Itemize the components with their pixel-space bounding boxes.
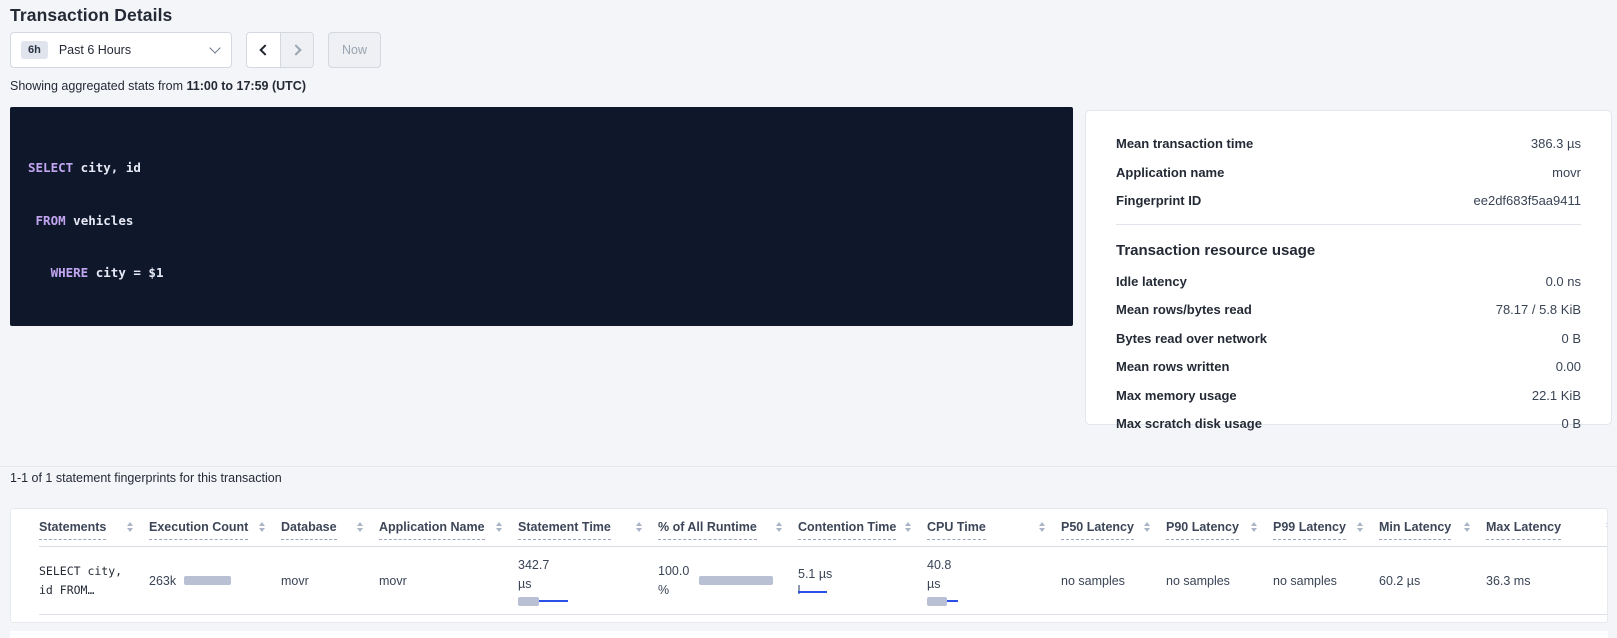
next-interval-button[interactable]	[280, 33, 313, 67]
time-range-label: Past 6 Hours	[59, 43, 211, 57]
column-header-p99-latency[interactable]: P99 Latency	[1273, 520, 1379, 546]
column-header-statements[interactable]: Statements	[39, 520, 149, 546]
sql-line: FROM vehicles	[28, 212, 1055, 230]
sort-icon[interactable]	[357, 522, 363, 532]
p99-latency-cell: no samples	[1273, 574, 1379, 588]
column-header-p50-latency[interactable]: P50 Latency	[1061, 520, 1166, 546]
sql-statement-box: SELECT city, id FROM vehicles WHERE city…	[10, 107, 1073, 326]
sort-icon[interactable]	[127, 522, 133, 532]
statement-time-chart	[518, 597, 644, 606]
section-divider	[0, 466, 1617, 467]
next-section-edge	[10, 631, 1608, 638]
previous-interval-button[interactable]	[247, 33, 280, 67]
sort-icon[interactable]	[1357, 522, 1363, 532]
contention-mean-line	[798, 591, 827, 593]
table-row: SELECT city, id FROM… 263k movr movr 342…	[39, 547, 1607, 615]
column-header-application-name[interactable]: Application Name	[379, 520, 518, 546]
p90-latency-cell: no samples	[1166, 574, 1273, 588]
summary-row: Max memory usage 22.1 KiB	[1116, 381, 1581, 410]
sql-line: WHERE city = $1	[28, 264, 1055, 282]
chevron-left-icon	[259, 44, 270, 55]
cpu-time-cell: 40.8µs	[927, 556, 1061, 606]
sort-icon[interactable]	[259, 522, 265, 532]
resource-usage-title: Transaction resource usage	[1116, 238, 1581, 267]
cpu-time-chart	[927, 597, 1047, 606]
column-header-runtime-pct[interactable]: % of All Runtime	[658, 520, 798, 546]
column-header-cpu-time[interactable]: CPU Time	[927, 520, 1061, 546]
summary-row: Application name movr	[1116, 158, 1581, 187]
time-controls: 6h Past 6 Hours Now	[10, 32, 381, 68]
column-header-statement-time[interactable]: Statement Time	[518, 520, 658, 546]
time-range-badge: 6h	[21, 41, 48, 59]
p50-latency-cell: no samples	[1061, 574, 1166, 588]
column-header-contention-time[interactable]: Contention Time	[798, 520, 927, 546]
sort-icon[interactable]	[1144, 522, 1150, 532]
statement-time-bar	[518, 597, 539, 606]
transaction-summary-card: Mean transaction time 386.3 µs Applicati…	[1085, 110, 1612, 425]
column-header-database[interactable]: Database	[281, 520, 379, 546]
execution-count-cell: 263k	[149, 574, 281, 588]
cpu-time-bar	[927, 597, 947, 606]
summary-row: Bytes read over network 0 B	[1116, 324, 1581, 353]
sort-icon[interactable]	[776, 522, 782, 532]
contention-time-cell: 5.1 µs	[798, 567, 927, 595]
contention-time-chart	[798, 585, 913, 595]
sql-line: SELECT city, id	[28, 159, 1055, 177]
summary-row: Fingerprint ID ee2df683f5aa9411	[1116, 186, 1581, 215]
column-header-max-latency[interactable]: Max Latency	[1486, 520, 1607, 546]
page-title: Transaction Details	[10, 5, 172, 26]
sort-icon-clipped[interactable]	[1606, 520, 1608, 530]
summary-row: Mean rows written 0.00	[1116, 352, 1581, 381]
statements-table: Statements Execution Count Database Appl…	[10, 508, 1608, 623]
chevron-down-icon	[209, 42, 220, 53]
statement-time-cell: 342.7µs	[518, 556, 658, 606]
now-button[interactable]: Now	[328, 32, 381, 68]
sort-icon[interactable]	[905, 522, 911, 532]
statement-cell: SELECT city, id FROM…	[39, 562, 149, 600]
sort-icon[interactable]	[496, 522, 502, 532]
database-cell: movr	[281, 574, 379, 588]
sort-icon[interactable]	[1251, 522, 1257, 532]
stats-time-range: 11:00 to 17:59 (UTC)	[187, 79, 306, 93]
time-range-dropdown[interactable]: 6h Past 6 Hours	[10, 32, 232, 68]
statements-count-caption: 1-1 of 1 statement fingerprints for this…	[10, 471, 282, 485]
application-name-cell: movr	[379, 574, 518, 588]
main-row: SELECT city, id FROM vehicles WHERE city…	[10, 107, 1612, 425]
table-header-row: Statements Execution Count Database Appl…	[39, 509, 1607, 547]
runtime-pct-bar	[699, 576, 773, 585]
chevron-right-icon	[290, 44, 301, 55]
summary-row: Mean rows/bytes read 78.17 / 5.8 KiB	[1116, 295, 1581, 324]
summary-row: Mean transaction time 386.3 µs	[1116, 129, 1581, 158]
time-step-buttons	[246, 32, 314, 68]
column-header-min-latency[interactable]: Min Latency	[1379, 520, 1486, 546]
divider	[1116, 224, 1581, 225]
min-latency-cell: 60.2 µs	[1379, 574, 1486, 588]
column-header-execution-count[interactable]: Execution Count	[149, 520, 281, 546]
max-latency-cell: 36.3 ms	[1486, 574, 1607, 588]
execution-count-bar	[184, 576, 231, 585]
sort-icon[interactable]	[1039, 522, 1045, 532]
runtime-pct-cell: 100.0%	[658, 562, 798, 600]
summary-row: Max scratch disk usage 0 B	[1116, 409, 1581, 438]
aggregated-stats-caption: Showing aggregated stats from 11:00 to 1…	[10, 79, 306, 93]
sort-icon[interactable]	[636, 522, 642, 532]
sort-icon[interactable]	[1464, 522, 1470, 532]
summary-row: Idle latency 0.0 ns	[1116, 267, 1581, 296]
column-header-p90-latency[interactable]: P90 Latency	[1166, 520, 1273, 546]
